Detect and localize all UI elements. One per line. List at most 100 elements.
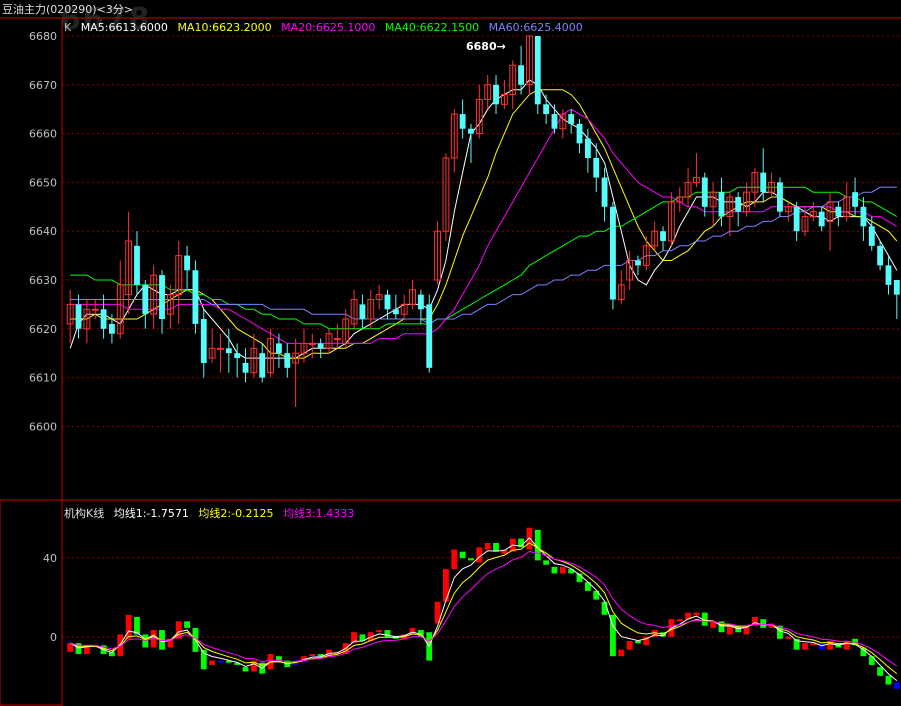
candle-body <box>468 128 474 134</box>
candle-body <box>852 192 858 207</box>
candle-body <box>493 84 499 105</box>
candle-body <box>610 206 616 300</box>
candle-body <box>543 104 550 115</box>
candle-body <box>868 226 875 246</box>
candle-body <box>359 304 366 320</box>
indicator-bar <box>559 566 566 574</box>
y-axis-labels: 6600 6610 6620 6630 6640 6650 6660 6670 6680 0 40 <box>29 30 57 644</box>
candle-body <box>701 177 708 207</box>
candle-body <box>242 362 249 373</box>
indicator-bar <box>868 656 875 665</box>
candle-body <box>635 260 641 266</box>
candle-body <box>777 182 783 212</box>
indicator-bar <box>184 621 190 628</box>
candle-body <box>576 123 583 144</box>
candle-body <box>885 265 892 285</box>
indicator-bar <box>551 566 558 574</box>
indicator-bar <box>209 660 216 665</box>
candle-body <box>100 309 107 329</box>
candle-body <box>718 192 725 217</box>
indicator-bar <box>493 542 499 552</box>
candle-body <box>200 319 207 363</box>
candle-body <box>109 323 115 334</box>
candle-body <box>217 347 224 350</box>
candle-body <box>417 294 424 310</box>
indicator-bar <box>543 560 550 565</box>
indicator-bar <box>760 619 767 628</box>
indicator-bar <box>451 549 458 570</box>
candle-body <box>284 353 291 368</box>
candle-body <box>333 338 341 341</box>
candle-body <box>893 280 900 295</box>
y-tick-label: 40 <box>43 552 57 565</box>
indicator-line1 <box>69 537 898 681</box>
indicator-bar <box>618 649 625 657</box>
price-candles <box>66 35 900 407</box>
high-price-marker: 6680→ <box>466 40 506 53</box>
y-tick-label: 6640 <box>29 225 57 238</box>
indicator-bar <box>484 542 491 550</box>
candle-body <box>459 114 466 129</box>
indicator-bar <box>626 640 633 650</box>
candle-body <box>518 65 524 85</box>
indicator-bar <box>309 654 316 657</box>
indicator-bar <box>885 675 892 685</box>
candle-body <box>384 294 391 310</box>
candle-body <box>192 270 199 324</box>
candle-body <box>184 255 190 271</box>
indicator-bar <box>459 551 466 559</box>
candle-body <box>317 343 324 349</box>
y-tick-label: 6620 <box>29 323 57 336</box>
candle-body <box>601 177 608 207</box>
candle-body <box>134 245 140 285</box>
candle-body <box>860 206 867 227</box>
candle-body <box>234 353 241 359</box>
indicator-bar <box>843 640 850 650</box>
y-tick-label: 6630 <box>29 274 57 287</box>
indicator-bar <box>893 682 900 689</box>
candle-body <box>308 342 316 345</box>
indicator-lines <box>69 537 898 681</box>
y-tick-label: 6660 <box>29 128 57 141</box>
candle-body <box>593 158 600 178</box>
y-tick-label: 6600 <box>29 420 57 433</box>
candle-body <box>159 275 165 320</box>
candle-body <box>225 348 232 354</box>
indicator-line2 <box>70 542 898 674</box>
y-tick-label: 6680 <box>29 30 57 43</box>
candle-body <box>660 231 666 241</box>
indicator-bar <box>676 619 683 622</box>
candle-body <box>818 211 825 227</box>
indicator-bar <box>877 667 884 676</box>
y-tick-label: 6670 <box>29 79 57 92</box>
candle-body <box>142 284 149 315</box>
candle-body <box>91 308 99 311</box>
candle-body <box>760 172 767 193</box>
chart-canvas[interactable]: 660066106620663066406650666066706680040 … <box>0 0 901 706</box>
candle-body <box>392 309 399 315</box>
candle-body <box>735 197 742 212</box>
y-tick-label: 0 <box>50 631 57 644</box>
candle-body <box>259 353 266 378</box>
candle-body <box>877 245 884 266</box>
candle-body <box>534 36 541 105</box>
y-tick-label: 6650 <box>29 176 57 189</box>
indicator-bar <box>376 630 383 633</box>
indicator-bar <box>802 643 808 650</box>
candle-body <box>568 114 575 124</box>
indicator-bar <box>217 660 224 663</box>
indicator-bar <box>818 643 825 650</box>
indicator-bar <box>468 558 474 561</box>
candle-body <box>835 206 842 217</box>
indicator-bar <box>443 569 449 602</box>
indicator-bar <box>693 612 700 615</box>
candle-body <box>276 343 282 354</box>
indicator-bar <box>635 640 641 644</box>
indicator-bar <box>785 636 792 639</box>
candle-body <box>793 206 800 232</box>
candle-body <box>551 114 558 129</box>
candle-body <box>75 304 82 329</box>
candle-body <box>584 138 591 158</box>
indicator-bar <box>242 667 249 672</box>
indicator-candles <box>67 527 900 689</box>
